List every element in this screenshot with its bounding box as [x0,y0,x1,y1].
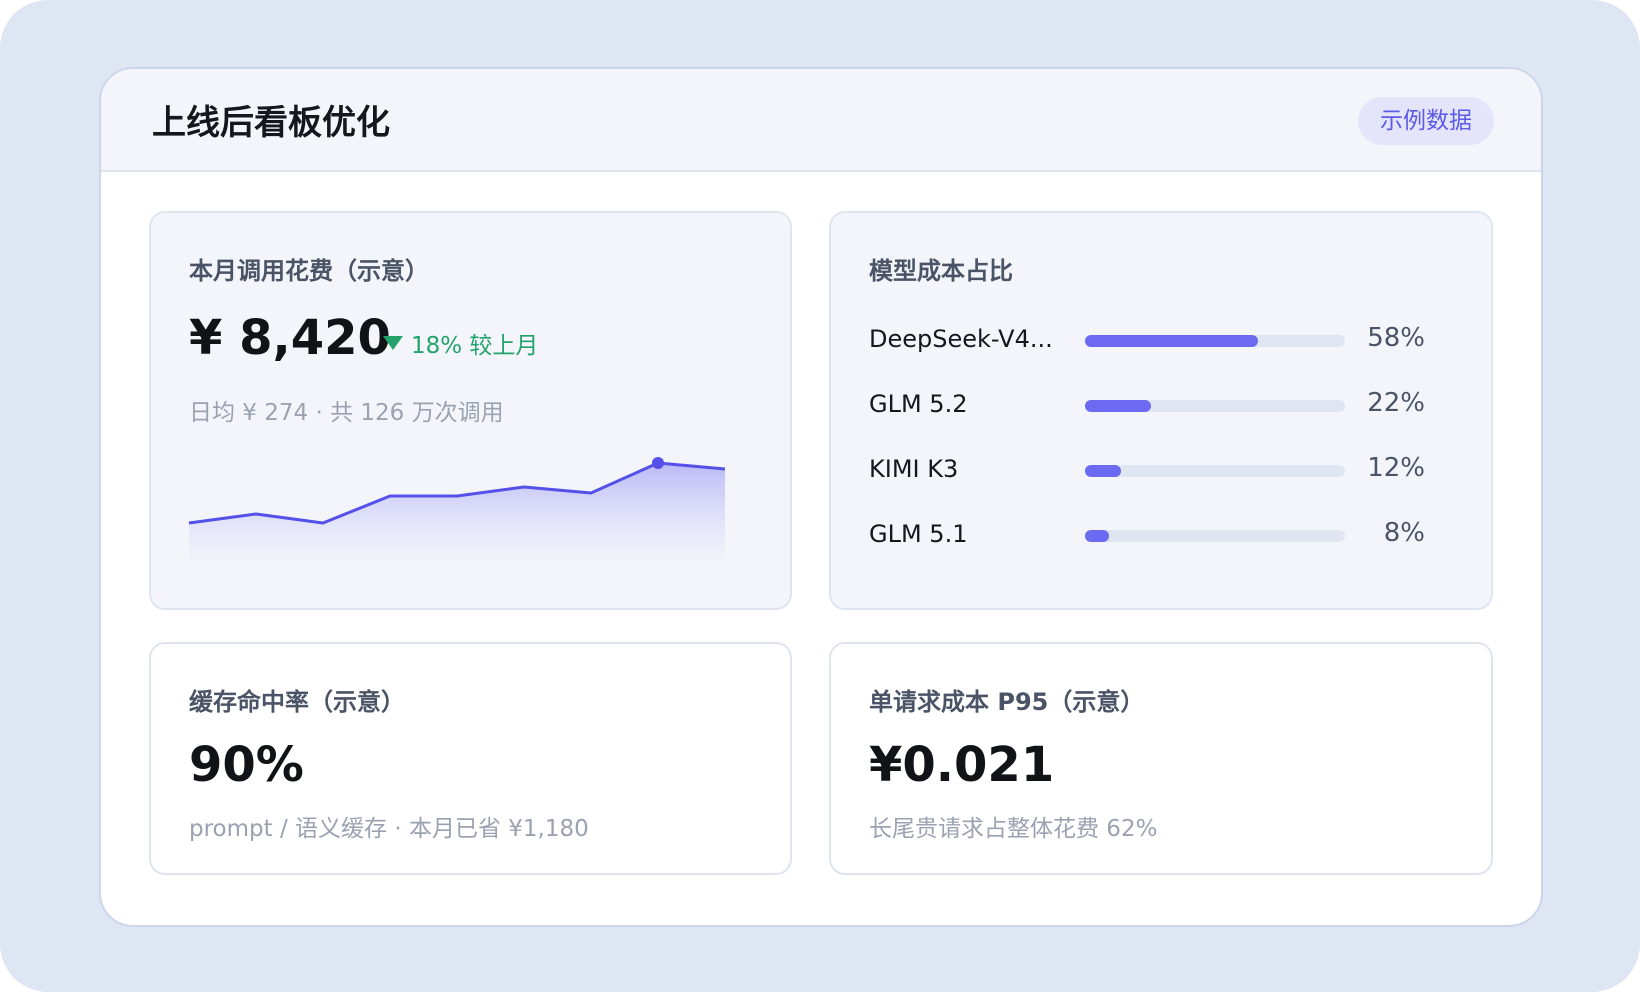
sparkline-area [189,463,725,561]
spend-value: ¥ 8,420 [189,310,391,366]
share-bar-fill [1085,465,1121,477]
model-cost-share-card: 模型成本占比 DeepSeek-V4... 58% GLM 5.2 22% KI… [829,211,1493,610]
share-percent: 8% [1383,518,1425,548]
monthly-spend-card: 本月调用花费（示意） ¥ 8,420 18% 较上月 日均 ¥ 274 · 共 … [149,211,792,610]
share-percent: 22% [1367,388,1425,418]
share-bar-fill [1085,335,1259,347]
panel-header: 上线后看板优化 示例数据 [101,69,1541,172]
share-row: GLM 5.2 22% [869,386,1469,426]
share-row: GLM 5.1 8% [869,516,1469,556]
cache-hit-rate-card: 缓存命中率（示意） 90% prompt / 语义缓存 · 本月已省 ¥1,18… [149,642,792,875]
model-name: GLM 5.1 [869,520,968,548]
share-percent: 12% [1367,453,1425,483]
page-title: 上线后看板优化 [152,103,390,143]
p95-cost-card: 单请求成本 P95（示意） ¥0.021 长尾贵请求占整体花费 62% [829,642,1493,875]
spend-trend-sparkline [188,457,726,561]
card-label: 本月调用花费（示意） [189,257,429,285]
spend-change: 18% 较上月 [383,326,538,360]
dashboard-panel: 上线后看板优化 示例数据 本月调用花费（示意） ¥ 8,420 18% 较上月 … [99,67,1543,927]
cache-hit-value: 90% [189,737,304,793]
card-label: 单请求成本 P95（示意） [869,688,1145,716]
sample-data-badge: 示例数据 [1358,97,1494,145]
share-percent: 58% [1367,323,1425,353]
sparkline-peak-point [652,457,664,469]
share-bar-fill [1085,400,1151,412]
spend-change-text: 18% 较上月 [411,333,539,359]
model-name: DeepSeek-V4... [869,325,1053,353]
down-triangle-icon [383,336,403,350]
card-label: 模型成本占比 [869,257,1013,285]
model-name: KIMI K3 [869,455,959,483]
p95-subtext: 长尾贵请求占整体花费 62% [869,816,1158,842]
share-bar-track [1085,400,1345,412]
share-bar-track [1085,335,1345,347]
card-label: 缓存命中率（示意） [189,688,405,716]
cache-subtext: prompt / 语义缓存 · 本月已省 ¥1,180 [189,816,589,842]
p95-value: ¥0.021 [869,737,1055,793]
share-bar-fill [1085,530,1109,542]
model-name: GLM 5.2 [869,390,968,418]
spend-subtext: 日均 ¥ 274 · 共 126 万次调用 [189,400,504,426]
share-row: KIMI K3 12% [869,451,1469,491]
share-bar-track [1085,530,1345,542]
share-row: DeepSeek-V4... 58% [869,321,1469,361]
share-bar-track [1085,465,1345,477]
